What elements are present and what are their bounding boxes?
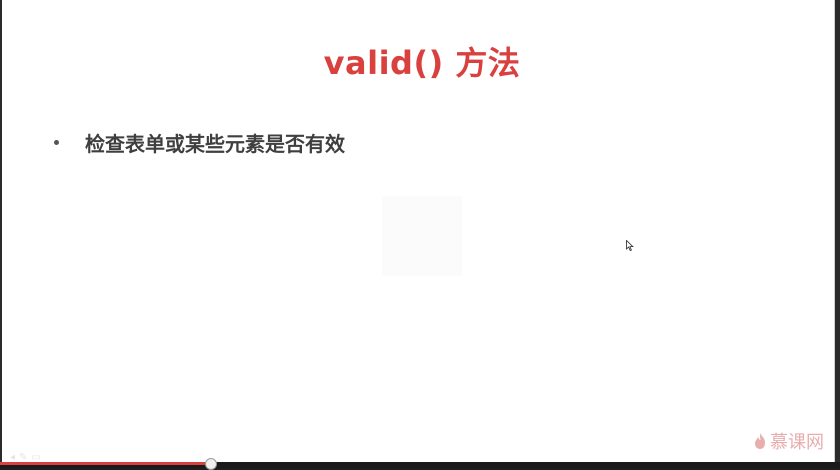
mouse-cursor-icon <box>626 240 634 251</box>
bullet-list-item: 检查表单或某些元素是否有效 <box>54 128 345 157</box>
flame-icon <box>755 433 765 449</box>
progress-knob[interactable] <box>205 458 217 470</box>
progress-fill <box>0 462 210 465</box>
video-frame: valid() 方法 检查表单或某些元素是否有效 ◂✎▭ 慕课网 <box>0 0 840 470</box>
watermark: 慕课网 <box>753 428 824 454</box>
watermark-text: 慕课网 <box>770 432 824 453</box>
presentation-slide: valid() 方法 检查表单或某些元素是否有效 ◂✎▭ 慕课网 <box>2 0 835 463</box>
video-progress-bar[interactable] <box>0 458 840 470</box>
bullet-dot-icon <box>54 140 59 145</box>
slide-title: valid() 方法 <box>323 44 521 82</box>
faded-placeholder <box>382 196 462 276</box>
bullet-text: 检查表单或某些元素是否有效 <box>85 132 345 156</box>
